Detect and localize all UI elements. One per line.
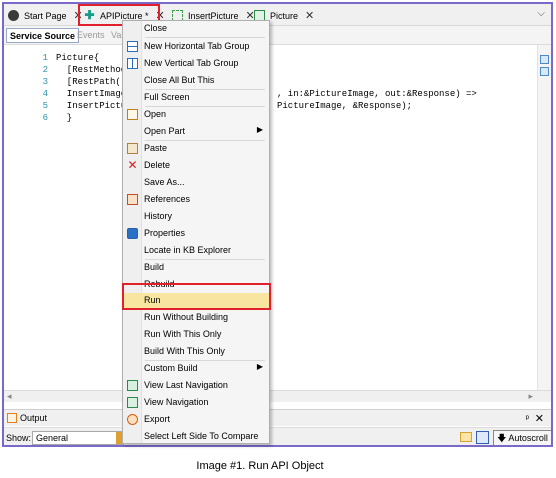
references-icon [127,194,138,205]
menu-item-build[interactable]: Build [123,260,269,276]
code-line: } [56,113,73,123]
arrow-down-icon: 🡇 [497,433,507,443]
menu-item-close[interactable]: Close [123,21,269,37]
close-icon[interactable]: ✕ [535,412,544,425]
menu-item-export[interactable]: Export [123,412,269,428]
output-title: Output [20,413,48,423]
show-select[interactable]: General [32,431,124,445]
code-line: Picture{ [56,53,100,63]
submenu-arrow-icon: ▶ [256,362,263,371]
code-line-tail: , in:&PictureImage, out:&Response) => [277,89,477,99]
line-number: 5 [42,101,48,111]
menu-item-delete[interactable]: ✕ Delete [123,158,269,174]
menu-item-close-all-but-this[interactable]: Close All But This [123,73,269,89]
tab-label: Picture [270,10,299,21]
menu-item-full-screen[interactable]: Full Screen [123,90,269,106]
pin-icon[interactable]: ᵖ [526,413,529,423]
vertical-scrollbar[interactable] [537,45,551,390]
code-editor[interactable]: 1 2 3 4 5 6 Picture{ [RestMethod [RestPa… [4,45,540,390]
chevron-down-icon[interactable]: ⌵ [537,8,545,19]
tab-events[interactable]: Events [74,28,108,43]
show-label: Show: [6,433,32,443]
menu-item-select-left-side-to-compare[interactable]: Select Left Side To Compare [123,429,269,445]
figure-caption: Image #1. Run API Object [196,460,324,472]
navigation-icon [127,397,138,408]
part-tab-bar: Service Source Events Vari [4,26,551,45]
horizontal-scrollbar[interactable]: ◂ ▸ [4,390,551,402]
show-select-value: General [36,433,69,443]
code-line-tail: PictureImage, &Response); [277,101,413,111]
save-icon[interactable] [476,431,489,444]
menu-item-new-vertical-tab-group[interactable]: New Vertical Tab Group [123,56,269,72]
line-number: 6 [42,113,48,123]
marker-icon [540,55,549,64]
menu-item-run-without-building[interactable]: Run Without Building [123,310,269,326]
code-line: [RestPath(" [56,77,127,87]
gx-logo-icon [8,10,19,21]
close-icon[interactable]: ✕ [305,9,314,22]
menu-item-locate-in-kb-explorer[interactable]: Locate in KB Explorer [123,243,269,259]
menu-item-open[interactable]: Open [123,107,269,123]
output-toolbar: Show: General 🡇 Autoscroll [4,427,551,445]
line-number: 4 [42,89,48,99]
menu-item-build-with-this-only[interactable]: Build With This Only [123,344,269,360]
line-number: 1 [42,53,48,63]
menu-item-open-part[interactable]: Open Part ▶ [123,124,269,140]
horizontal-tab-group-icon [127,41,138,52]
menu-item-view-navigation[interactable]: View Navigation [123,395,269,411]
scroll-right-icon[interactable]: ▸ [528,391,533,402]
vertical-tab-group-icon [127,58,138,69]
paste-icon [127,143,138,154]
tab-label: Start Page [24,10,67,21]
open-icon [127,109,138,120]
scroll-left-icon[interactable]: ◂ [7,391,12,402]
tab-start-page[interactable]: Start Page ✕ [8,7,83,24]
menu-item-save-as[interactable]: Save As... [123,175,269,191]
delete-icon: ✕ [127,158,138,172]
ide-window: Start Page ✕ ✚ APIPicture * ✕ InsertPict… [2,2,553,447]
menu-item-view-last-navigation[interactable]: View Last Navigation [123,378,269,394]
menu-item-references[interactable]: References [123,192,269,208]
output-panel-header: Output ᵖ ✕ [4,409,551,426]
menu-item-history[interactable]: History [123,209,269,225]
menu-item-run-with-this-only[interactable]: Run With This Only [123,327,269,343]
autoscroll-label: Autoscroll [508,433,548,443]
code-line: InsertPictu [56,101,127,111]
marker-icon [540,67,549,76]
context-menu: Close New Horizontal Tab Group New Verti… [122,20,270,444]
tab-service-source[interactable]: Service Source [6,28,80,43]
menu-separator [145,37,265,38]
properties-icon [127,228,138,239]
code-line: InsertImage [56,89,127,99]
folder-icon[interactable] [460,432,472,442]
line-number: 3 [42,77,48,87]
tab-label: InsertPicture [188,10,239,21]
line-number: 2 [42,65,48,75]
export-icon [127,414,138,425]
menu-item-custom-build[interactable]: Custom Build ▶ [123,361,269,377]
code-line: [RestMethod [56,65,127,75]
menu-item-paste[interactable]: Paste [123,141,269,157]
navigation-icon [127,380,138,391]
menu-item-new-horizontal-tab-group[interactable]: New Horizontal Tab Group [123,39,269,55]
output-icon [7,413,17,423]
highlight-box-run [122,283,271,310]
autoscroll-button[interactable]: 🡇 Autoscroll [493,430,551,445]
menu-item-properties[interactable]: Properties [123,226,269,242]
submenu-arrow-icon: ▶ [256,125,263,134]
